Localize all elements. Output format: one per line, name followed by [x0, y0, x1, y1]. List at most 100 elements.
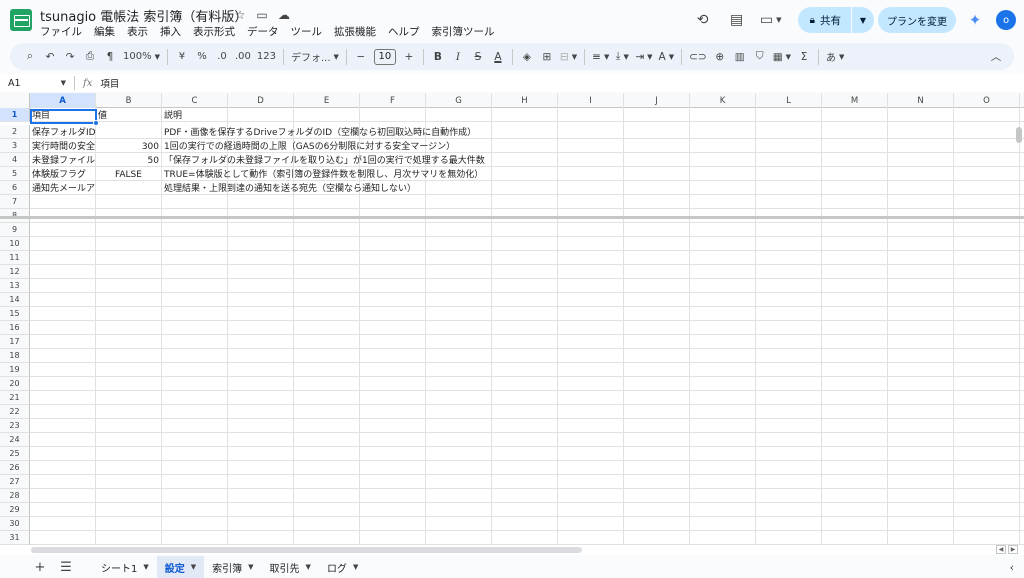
row-header[interactable]: 3 — [0, 139, 30, 153]
borders-icon[interactable]: ⊞ — [537, 46, 557, 68]
table-cell[interactable]: 実行時間の安全 — [30, 140, 95, 154]
filter-views-icon[interactable]: ▦ ▼ — [770, 46, 794, 68]
zoom-select[interactable]: 100% ▼ — [120, 46, 163, 68]
spreadsheet-grid[interactable]: ABCDEFGHIJKLMNO 123456789101112131415161… — [0, 93, 1024, 545]
menu-tools[interactable]: ツール — [291, 24, 329, 39]
table-cell[interactable]: 未登録ファイル — [30, 154, 95, 168]
table-cell[interactable]: 「保存フォルダの未登録ファイルを取り込む」が1回の実行で処理する最大件数 — [162, 154, 862, 168]
font-select[interactable]: デフォ... ▼ — [288, 46, 342, 68]
table-cell[interactable]: 300 — [96, 140, 161, 154]
header-cell[interactable]: 説明 — [162, 109, 862, 123]
scroll-left-icon[interactable]: ◀ — [996, 545, 1006, 554]
column-header-i[interactable]: I — [558, 93, 624, 108]
version-history-icon[interactable]: ⟲ — [690, 7, 716, 33]
filter-icon[interactable]: ⛉ — [750, 46, 770, 68]
row-header[interactable]: 7 — [0, 195, 30, 209]
menu-help[interactable]: ヘルプ — [388, 24, 426, 39]
menu-extensions[interactable]: 拡張機能 — [334, 24, 382, 39]
sheet-tab[interactable]: シート1 ▼ — [93, 556, 157, 578]
all-sheets-icon[interactable]: ☰ — [53, 556, 79, 578]
column-header-h[interactable]: H — [492, 93, 558, 108]
row-header[interactable]: 14 — [0, 293, 30, 307]
row-header[interactable]: 29 — [0, 503, 30, 517]
text-color-icon[interactable]: A — [488, 46, 508, 68]
row-header[interactable]: 16 — [0, 321, 30, 335]
font-size-decrease-button[interactable]: − — [351, 46, 371, 68]
decrease-decimal-button[interactable]: .0 — [212, 46, 232, 68]
comments-icon[interactable]: ▤ — [724, 7, 750, 33]
row-header[interactable]: 11 — [0, 251, 30, 265]
row-header[interactable]: 20 — [0, 377, 30, 391]
undo-icon[interactable]: ↶ — [40, 46, 60, 68]
share-dropdown-button[interactable]: ▼ — [852, 16, 874, 25]
menu-view[interactable]: 表示 — [127, 24, 154, 39]
row-header[interactable]: 19 — [0, 363, 30, 377]
column-header-n[interactable]: N — [888, 93, 954, 108]
more-formats-button[interactable]: 123 — [254, 46, 279, 68]
row-header[interactable]: 25 — [0, 447, 30, 461]
currency-format-button[interactable]: ¥ — [172, 46, 192, 68]
table-cell[interactable]: 体験版フラグ — [30, 168, 95, 182]
column-header-g[interactable]: G — [426, 93, 492, 108]
paint-format-icon[interactable]: ¶ — [100, 46, 120, 68]
row-header[interactable]: 30 — [0, 517, 30, 531]
table-cell[interactable]: PDF・画像を保存するDriveフォルダのID（空欄なら初回取込時に自動作成） — [162, 126, 862, 140]
table-cell[interactable]: 保存フォルダID — [30, 126, 95, 140]
row-header[interactable]: 18 — [0, 349, 30, 363]
row-header[interactable]: 24 — [0, 433, 30, 447]
column-header-m[interactable]: M — [822, 93, 888, 108]
row-header[interactable]: 23 — [0, 419, 30, 433]
chevron-down-icon[interactable]: ▼ — [191, 563, 196, 571]
vertical-align-icon[interactable]: ⤓ ▼ — [612, 46, 632, 68]
print-icon[interactable]: ⎙ — [80, 46, 100, 68]
horizontal-align-icon[interactable]: ≡ ▼ — [589, 46, 612, 68]
table-cell[interactable]: 50 — [96, 154, 161, 168]
menu-data[interactable]: データ — [247, 24, 285, 39]
table-cell[interactable]: 1回の実行での経過時間の上限（GASの6分制限に対する安全マージン） — [162, 140, 862, 154]
insert-link-icon[interactable]: ⊂⊃ — [686, 46, 710, 68]
row-header[interactable]: 26 — [0, 461, 30, 475]
insert-comment-icon[interactable]: ⊕ — [710, 46, 730, 68]
text-rotation-icon[interactable]: A ▼ — [656, 46, 678, 68]
vertical-scrollbar[interactable] — [1016, 127, 1022, 143]
column-header-k[interactable]: K — [690, 93, 756, 108]
chevron-down-icon[interactable]: ▼ — [248, 563, 253, 571]
column-header-b[interactable]: B — [96, 93, 162, 108]
sheet-tab[interactable]: ログ ▼ — [319, 556, 366, 578]
row-header[interactable]: 28 — [0, 489, 30, 503]
text-wrap-icon[interactable]: ⇥ ▼ — [632, 46, 655, 68]
frozen-row-divider[interactable] — [0, 216, 1024, 219]
collapse-menus-icon[interactable]: ︿ — [986, 46, 1006, 68]
column-header-l[interactable]: L — [756, 93, 822, 108]
input-tools-select[interactable]: あ ▼ — [823, 46, 847, 68]
row-header[interactable]: 1 — [0, 108, 30, 122]
menu-edit[interactable]: 編集 — [94, 24, 121, 39]
row-header[interactable]: 4 — [0, 153, 30, 167]
strikethrough-icon[interactable]: S — [468, 46, 488, 68]
gemini-icon[interactable]: ✦ — [964, 9, 986, 31]
star-icon[interactable]: ☆ — [232, 7, 248, 23]
table-cell[interactable]: TRUE=体験版として動作（索引簿の登録件数を制限し、月次サマリを無効化） — [162, 168, 862, 182]
row-header[interactable]: 10 — [0, 237, 30, 251]
merge-cells-icon[interactable]: ⊟ ▼ — [557, 46, 580, 68]
column-header-o[interactable]: O — [954, 93, 1020, 108]
avatar[interactable]: o — [996, 10, 1016, 30]
name-box[interactable]: A1 ▼ — [4, 75, 70, 91]
cloud-status-icon[interactable]: ☁ — [276, 7, 292, 23]
header-cell[interactable]: 値 — [96, 109, 161, 123]
row-header[interactable]: 9 — [0, 223, 30, 237]
row-header[interactable]: 5 — [0, 167, 30, 181]
column-header-a[interactable]: A — [30, 93, 96, 108]
menu-file[interactable]: ファイル — [40, 24, 88, 39]
fill-color-icon[interactable]: ◈ — [517, 46, 537, 68]
column-header-f[interactable]: F — [360, 93, 426, 108]
sheets-logo-icon[interactable] — [10, 9, 32, 31]
table-cell[interactable]: 通知先メールアドレス — [30, 182, 95, 196]
formula-input[interactable]: 項目 — [100, 76, 119, 90]
chevron-down-icon[interactable]: ▼ — [306, 563, 311, 571]
menu-insert[interactable]: 挿入 — [160, 24, 187, 39]
document-title[interactable]: tsunagio 電帳法 索引簿（有料版） — [40, 6, 247, 25]
insert-chart-icon[interactable]: ▥ — [730, 46, 750, 68]
row-header[interactable]: 31 — [0, 531, 30, 545]
row-header[interactable]: 22 — [0, 405, 30, 419]
